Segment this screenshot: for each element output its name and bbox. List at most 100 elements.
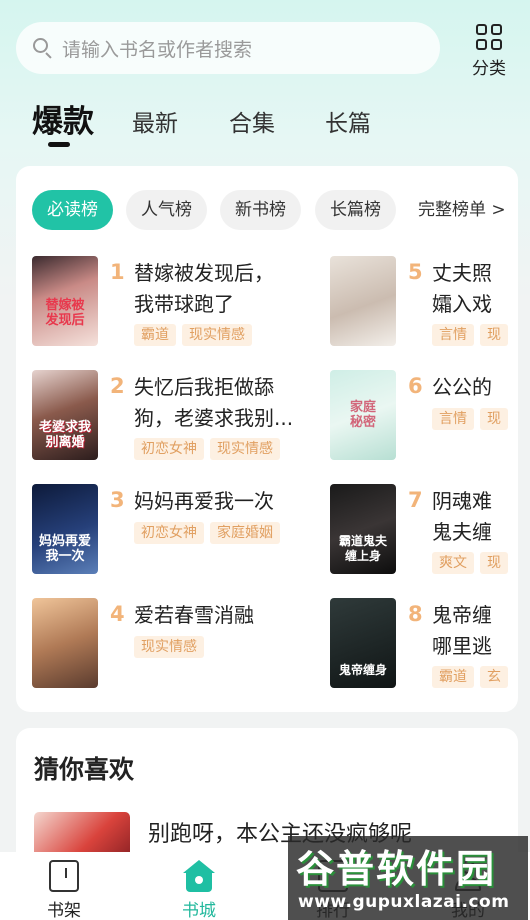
nav-label: 书架 — [47, 901, 81, 920]
nav-bookstore[interactable]: 书城 — [159, 860, 239, 920]
chip-new[interactable]: 新书榜 — [220, 190, 301, 230]
tag: 家庭婚姻 — [210, 522, 280, 544]
nav-bookshelf[interactable]: 书架 — [24, 860, 104, 920]
tab-collection[interactable]: 合集 — [229, 104, 275, 138]
cover-title: 家庭 秘密 — [349, 400, 376, 430]
category-button[interactable]: 分类 — [466, 22, 512, 79]
book-item[interactable]: 5 丈夫照 孀入戏 言情现 — [330, 256, 518, 348]
watermark-title: 谷普软件园 — [296, 847, 497, 891]
cover-title: 妈妈再爱 我一次 — [38, 534, 91, 564]
book-item[interactable]: 4 爱若春雪消融 现实情感 — [32, 598, 322, 690]
rank-number: 5 — [408, 260, 423, 284]
book-tags: 现实情感 — [134, 636, 210, 660]
grid-icon — [476, 24, 502, 50]
book-title: 妈妈再爱我一次 — [134, 486, 274, 517]
tag: 霸道 — [134, 324, 176, 346]
book-item[interactable]: 替嫁被 发现后 1 替嫁被发现后， 我带球跑了 霸道 现实情感 — [32, 256, 322, 348]
book-title-line: 狗，老婆求我别... — [134, 406, 294, 430]
book-item[interactable]: 霸道鬼夫 缠上身 7 阴魂难 鬼夫缠 爽文现 — [330, 484, 518, 576]
tag: 现 — [480, 408, 508, 430]
rank-number: 2 — [110, 374, 125, 398]
tag: 现 — [480, 552, 508, 574]
cover-title: 鬼帝缠身 — [338, 663, 387, 677]
book-tags: 爽文现 — [432, 552, 514, 576]
book-cover: 鬼帝缠身 — [330, 598, 396, 688]
cover-title: 老婆求我 别离婚 — [38, 420, 91, 450]
book-title-line: 替嫁被发现后， — [134, 261, 274, 285]
book-tags: 霸道玄 — [432, 666, 514, 690]
chip-popular[interactable]: 人气榜 — [126, 190, 207, 230]
book-title-line: 丈夫照 — [432, 261, 492, 285]
book-title-line: 阴魂难 — [432, 489, 492, 513]
rank-number: 6 — [408, 374, 423, 398]
bookstore-icon — [183, 860, 215, 892]
book-item[interactable]: 妈妈再爱 我一次 3 妈妈再爱我一次 初恋女神 家庭婚姻 — [32, 484, 322, 576]
book-cover: 家庭 秘密 — [330, 370, 396, 460]
book-cover: 妈妈再爱 我一次 — [32, 484, 98, 574]
tag: 现 — [480, 324, 508, 346]
book-title: 阴魂难 鬼夫缠 — [432, 486, 492, 548]
book-tags: 言情现 — [432, 408, 514, 432]
book-cover: 霸道鬼夫 缠上身 — [330, 484, 396, 574]
search-icon — [32, 37, 54, 59]
tag: 现实情感 — [210, 438, 280, 460]
book-tags: 霸道 现实情感 — [134, 324, 258, 348]
tag: 初恋女神 — [134, 522, 204, 544]
rank-number: 7 — [408, 488, 423, 512]
book-title-line: 鬼夫缠 — [432, 520, 492, 544]
rank-chips: 必读榜 人气榜 新书榜 长篇榜 完整榜单 > — [32, 190, 518, 232]
tag: 现实情感 — [134, 636, 204, 658]
tag: 霸道 — [432, 666, 474, 688]
search-placeholder: 请输入书名或作者搜索 — [62, 38, 253, 61]
tab-hot[interactable]: 爆款 — [32, 96, 94, 141]
book-title: 公公的 — [432, 372, 492, 403]
book-cover — [330, 256, 396, 346]
book-title-line: 失忆后我拒做舔 — [134, 375, 274, 399]
book-title: 失忆后我拒做舔 狗，老婆求我别... — [134, 372, 293, 434]
book-title: 爱若春雪消融 — [134, 600, 254, 631]
tab-long[interactable]: 长篇 — [325, 104, 371, 138]
book-item[interactable]: 家庭 秘密 6 公公的 言情现 — [330, 370, 518, 462]
tag: 玄 — [480, 666, 508, 688]
tag: 现实情感 — [182, 324, 252, 346]
book-title-line: 公公的 — [432, 375, 492, 399]
book-tags: 初恋女神 家庭婚姻 — [134, 522, 286, 546]
rank-number: 4 — [110, 602, 125, 626]
tag: 爽文 — [432, 552, 474, 574]
rank-number: 3 — [110, 488, 125, 512]
book-title-line: 哪里逃 — [432, 634, 492, 658]
bookshelf-icon — [49, 860, 79, 892]
book-tags: 初恋女神 现实情感 — [134, 438, 286, 462]
category-label: 分类 — [472, 59, 506, 79]
watermark: 谷普软件园 www.gupuxlazai.com — [288, 836, 528, 920]
chip-long[interactable]: 长篇榜 — [315, 190, 396, 230]
book-title: 鬼帝缠 哪里逃 — [432, 600, 492, 662]
rank-number: 1 — [110, 260, 125, 284]
search-row: 请输入书名或作者搜索 分类 — [0, 0, 530, 90]
book-cover: 老婆求我 别离婚 — [32, 370, 98, 460]
book-item[interactable]: 老婆求我 别离婚 2 失忆后我拒做舔 狗，老婆求我别... 初恋女神 现实情感 — [32, 370, 322, 462]
book-cover — [32, 598, 98, 688]
tab-latest[interactable]: 最新 — [132, 104, 178, 138]
tag: 言情 — [432, 324, 474, 346]
full-list-link[interactable]: 完整榜单 > — [418, 190, 506, 230]
tab-underline — [48, 142, 70, 147]
nav-label: 书城 — [182, 901, 216, 920]
top-tabs: 爆款 最新 合集 长篇 — [0, 96, 530, 152]
book-cover: 替嫁被 发现后 — [32, 256, 98, 346]
book-title: 丈夫照 孀入戏 — [432, 258, 492, 320]
book-title-line: 爱若春雪消融 — [134, 603, 254, 627]
book-item[interactable]: 鬼帝缠身 8 鬼帝缠 哪里逃 霸道玄 — [330, 598, 518, 690]
cover-title: 替嫁被 发现后 — [45, 298, 85, 328]
tag: 言情 — [432, 408, 474, 430]
section-title: 猜你喜欢 — [34, 755, 135, 784]
book-title-line: 孀入戏 — [432, 292, 492, 316]
book-tags: 言情现 — [432, 324, 514, 348]
book-title: 替嫁被发现后， 我带球跑了 — [134, 258, 274, 320]
chip-must-read[interactable]: 必读榜 — [32, 190, 113, 230]
rank-number: 8 — [408, 602, 423, 626]
book-title-line: 鬼帝缠 — [432, 603, 492, 627]
search-box[interactable]: 请输入书名或作者搜索 — [16, 22, 440, 74]
cover-title: 霸道鬼夫 缠上身 — [338, 534, 387, 563]
watermark-url: www.gupuxlazai.com — [298, 892, 510, 912]
